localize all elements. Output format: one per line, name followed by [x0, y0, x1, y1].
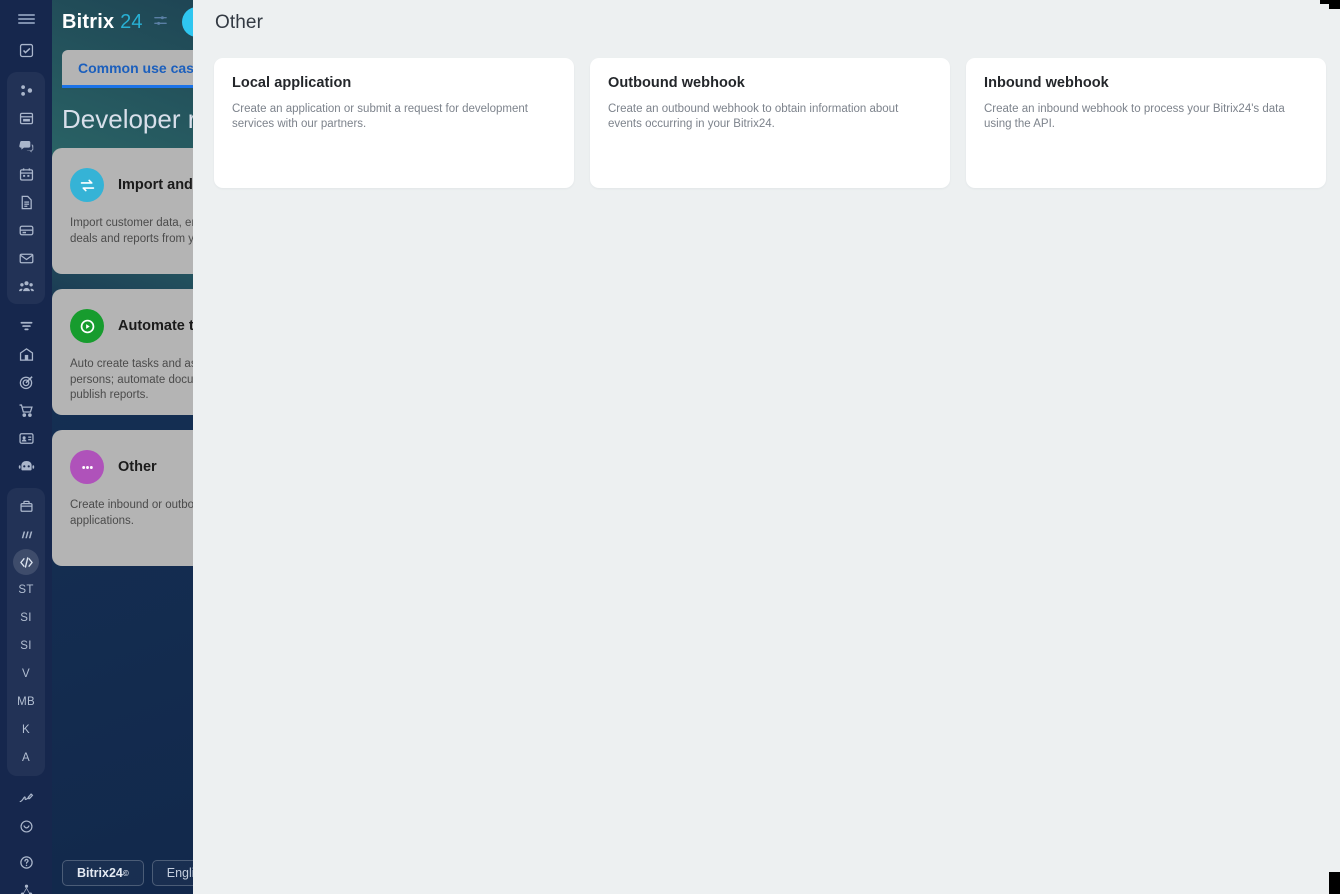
sidebar-item-calendar[interactable] — [9, 160, 43, 188]
contact-card-icon — [18, 432, 34, 444]
card-title: Inbound webhook — [984, 75, 1109, 91]
sidebar-item-documents[interactable] — [9, 188, 43, 216]
sidebar-item-v[interactable]: V — [9, 660, 43, 688]
sidebar-item-e-signature[interactable] — [9, 784, 43, 812]
card-inbound-webhook[interactable]: Inbound webhook Create an inbound webhoo… — [966, 58, 1326, 188]
card-local-application[interactable]: Local application Create an application … — [214, 58, 574, 188]
sidebar-item-analytics[interactable] — [9, 520, 43, 548]
sliders-icon[interactable] — [153, 13, 168, 31]
signature-pen-icon — [19, 792, 33, 802]
slider-overlay-panel: Other Local application Create an applic… — [193, 0, 1340, 894]
tasks-checkbox-icon — [19, 43, 33, 57]
bar-chart-icon — [21, 530, 32, 538]
sidebar-item-st[interactable]: ST — [9, 576, 43, 604]
sidebar-item-company[interactable] — [9, 340, 43, 368]
calendar-icon — [19, 167, 33, 181]
brand-number: 24 — [120, 10, 143, 33]
rail-group-3 — [7, 308, 45, 484]
rail-group-1 — [7, 32, 45, 68]
sidebar-item-help[interactable] — [9, 848, 43, 876]
option-cards-row: Local application Create an application … — [214, 58, 1326, 188]
sidebar-item-automation[interactable] — [9, 76, 43, 104]
sidebar-item-drive[interactable] — [9, 216, 43, 244]
sidebar-item-market[interactable] — [9, 492, 43, 520]
sidebar-item-invite[interactable] — [9, 876, 43, 894]
company-building-icon — [19, 347, 33, 361]
card-title: Local application — [232, 75, 352, 91]
rail-group-4: ST SI SI V MB K A — [7, 488, 45, 776]
sidebar-item-mb[interactable]: MB — [9, 688, 43, 716]
rail-group-5 — [7, 780, 45, 844]
sidebar-item-si-1[interactable]: SI — [9, 604, 43, 632]
bitrix24-logo: Bitrix 24 — [62, 11, 143, 34]
shopping-cart-icon — [19, 403, 33, 417]
code-brackets-icon — [19, 556, 33, 568]
card-title: Outbound webhook — [608, 75, 745, 91]
card-description: Create an outbound webhook to obtain inf… — [608, 103, 899, 131]
brand-name: Bitrix — [62, 10, 115, 33]
sidebar-item-news-feed[interactable] — [9, 104, 43, 132]
play-circle-icon — [70, 309, 104, 343]
automation-nodes-icon — [20, 84, 32, 96]
exchange-arrows-icon — [70, 168, 104, 202]
sidebar-item-crm-funnel[interactable] — [9, 312, 43, 340]
sidebar-item-sites[interactable] — [9, 812, 43, 840]
sidebar-item-bots[interactable] — [9, 452, 43, 480]
target-icon — [19, 375, 33, 389]
sidebar-item-online-store[interactable] — [9, 396, 43, 424]
footer-logo-label: Bitrix24 — [77, 866, 123, 880]
top-right-corner-artifact-2 — [1320, 0, 1329, 4]
sidebar-item-contact-center[interactable] — [9, 424, 43, 452]
group-people-icon — [18, 280, 34, 291]
top-right-corner-artifact — [1329, 0, 1340, 9]
copyright-icon: © — [122, 868, 129, 878]
bot-icon — [18, 460, 34, 470]
card-title: Other — [118, 459, 157, 475]
help-question-icon — [19, 855, 33, 869]
sidebar-item-groups[interactable] — [9, 272, 43, 300]
box-icon — [19, 500, 33, 512]
card-outbound-webhook[interactable]: Outbound webhook Create an outbound webh… — [590, 58, 950, 188]
rail-group-bottom — [7, 844, 45, 894]
document-icon — [21, 195, 32, 209]
overlay-page-title: Other — [215, 12, 264, 33]
hamburger-icon[interactable] — [10, 12, 42, 26]
funnel-icon — [20, 321, 32, 330]
sidebar-item-a[interactable]: A — [9, 744, 43, 772]
sidebar-item-mail[interactable] — [9, 244, 43, 272]
sidebar-item-k[interactable]: K — [9, 716, 43, 744]
news-feed-icon — [19, 112, 33, 124]
sidebar-item-developer-resources[interactable] — [9, 548, 43, 576]
drive-icon — [19, 225, 33, 235]
sidebar-item-tasks[interactable] — [9, 36, 43, 64]
card-description: Create an application or submit a reques… — [232, 103, 528, 131]
rail-group-2 — [7, 72, 45, 304]
smiley-icon — [19, 819, 33, 833]
footer-bitrix24-button[interactable]: Bitrix24 © — [62, 860, 144, 886]
ellipsis-circle-icon — [70, 450, 104, 484]
card-description: Create an inbound webhook to process you… — [984, 103, 1285, 131]
share-nodes-icon — [20, 884, 32, 894]
bottom-right-corner-artifact — [1329, 872, 1340, 894]
sidebar-item-si-2[interactable]: SI — [9, 632, 43, 660]
mail-envelope-icon — [19, 253, 33, 263]
tab-label: Common use cases — [78, 60, 210, 76]
left-sidebar-rail: ST SI SI V MB K A — [0, 0, 52, 894]
sidebar-item-marketing[interactable] — [9, 368, 43, 396]
sidebar-item-chat[interactable] — [9, 132, 43, 160]
chat-bubbles-icon — [18, 140, 33, 152]
